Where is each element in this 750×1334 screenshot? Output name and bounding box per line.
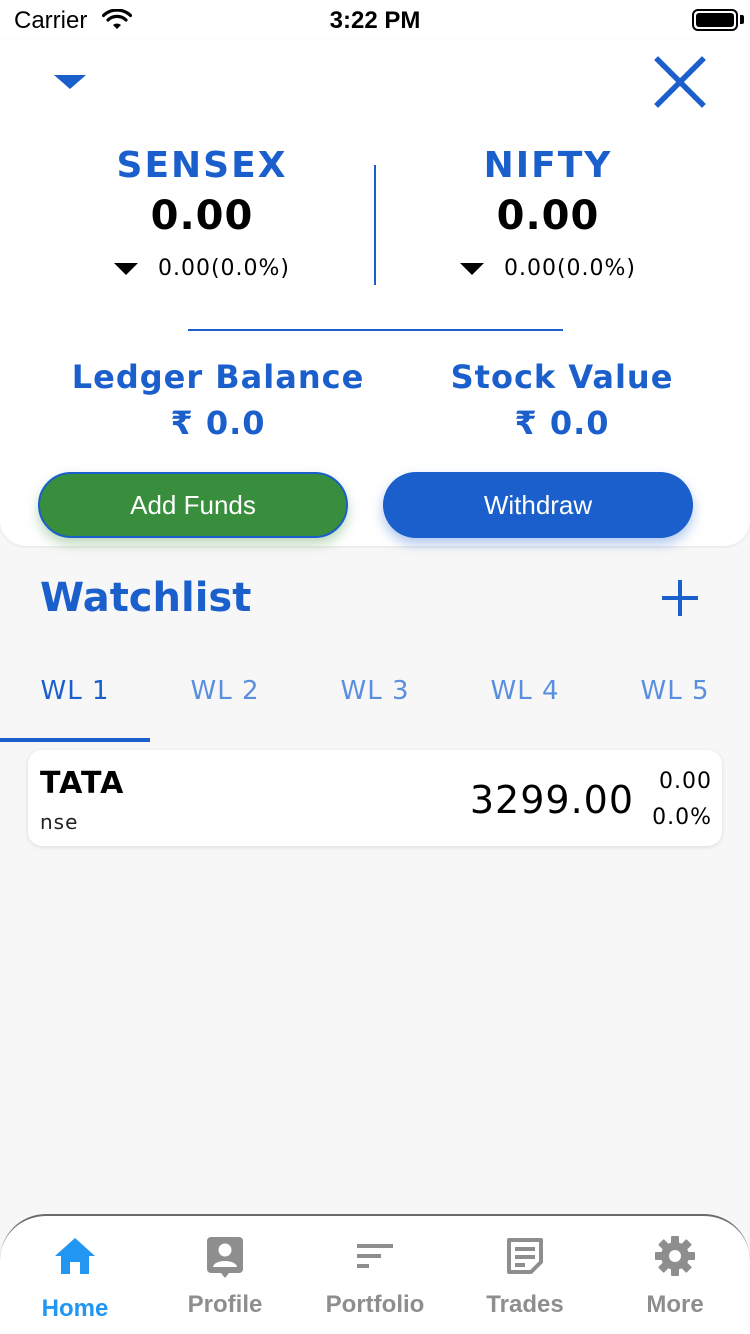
home-icon	[55, 1238, 95, 1274]
clock: 3:22 PM	[329, 7, 421, 34]
stock-value-label: Stock Value	[450, 358, 674, 396]
stock-exchange: nse	[40, 810, 79, 834]
battery-icon	[692, 9, 738, 31]
stock-change: 0.00 0.0%	[652, 764, 712, 836]
index-change: 0.00(0.0%)	[388, 254, 708, 284]
index-change: 0.00(0.0%)	[42, 254, 362, 284]
profile-icon	[207, 1237, 243, 1278]
add-funds-button[interactable]: Add Funds	[38, 472, 348, 538]
nav-label: Profile	[187, 1291, 263, 1318]
ledger-balance-value: ₹ 0.0	[170, 404, 266, 442]
tab-wl-4[interactable]: WL 4	[450, 660, 600, 742]
nav-label: Home	[41, 1295, 109, 1322]
watchlist-title: Watchlist	[40, 575, 252, 621]
ledger-balance-label: Ledger Balance	[71, 358, 365, 396]
nifty-index: NIFTY 0.00 0.00(0.0%)	[388, 144, 708, 284]
index-change-text: 0.00(0.0%)	[157, 256, 291, 281]
tab-wl-2[interactable]: WL 2	[150, 660, 300, 742]
tab-wl-1[interactable]: WL 1	[0, 660, 150, 742]
active-tab-indicator	[0, 738, 150, 742]
down-arrow-icon	[113, 263, 138, 275]
withdraw-button[interactable]: Withdraw	[383, 472, 693, 538]
index-name: SENSEX	[116, 145, 288, 186]
stock-symbol: TATA	[40, 766, 125, 801]
stock-change-percent: 0.0%	[652, 805, 712, 830]
ledger-balance: Ledger Balance ₹ 0.0	[48, 356, 388, 448]
dropdown-caret-icon[interactable]	[54, 75, 86, 89]
index-value: 0.00	[496, 193, 600, 239]
horizontal-divider	[188, 329, 563, 331]
nav-home[interactable]: Home	[0, 1234, 150, 1324]
status-bar: Carrier 3:22 PM	[0, 0, 750, 40]
tab-wl-3[interactable]: WL 3	[300, 660, 450, 742]
sensex-index: SENSEX 0.00 0.00(0.0%)	[42, 144, 362, 284]
stock-value-amount: ₹ 0.0	[514, 404, 610, 442]
stock-change-value: 0.00	[659, 769, 712, 794]
down-arrow-icon	[459, 263, 484, 275]
stock-value: Stock Value ₹ 0.0	[392, 356, 732, 448]
index-change-text: 0.00(0.0%)	[503, 256, 637, 281]
vertical-divider	[374, 165, 376, 285]
battery-cap	[740, 15, 744, 24]
tab-wl-5[interactable]: WL 5	[600, 660, 750, 742]
stock-price: 3299.00	[469, 778, 634, 822]
nav-label: Portfolio	[325, 1291, 425, 1318]
add-watchlist-icon[interactable]	[660, 578, 700, 618]
watchlist-tabs: WL 1 WL 2 WL 3 WL 4 WL 5	[0, 660, 750, 742]
portfolio-icon	[357, 1244, 393, 1268]
trades-icon	[507, 1238, 543, 1274]
index-value: 0.00	[150, 193, 254, 239]
nav-trades[interactable]: Trades	[450, 1234, 600, 1320]
index-name: NIFTY	[483, 145, 613, 186]
gear-icon	[655, 1236, 695, 1276]
bottom-nav: Home Profile Portfolio Trades More	[0, 1214, 750, 1334]
close-icon[interactable]	[652, 54, 708, 110]
nav-portfolio[interactable]: Portfolio	[300, 1234, 450, 1320]
nav-more[interactable]: More	[600, 1234, 750, 1320]
nav-profile[interactable]: Profile	[150, 1234, 300, 1320]
market-summary-card: SENSEX 0.00 0.00(0.0%) NIFTY 0.00 0.00(0…	[0, 40, 750, 546]
nav-label: Trades	[486, 1291, 564, 1318]
watchlist-item[interactable]: TATA nse 3299.00 0.00 0.0%	[28, 750, 722, 846]
nav-label: More	[646, 1291, 704, 1318]
